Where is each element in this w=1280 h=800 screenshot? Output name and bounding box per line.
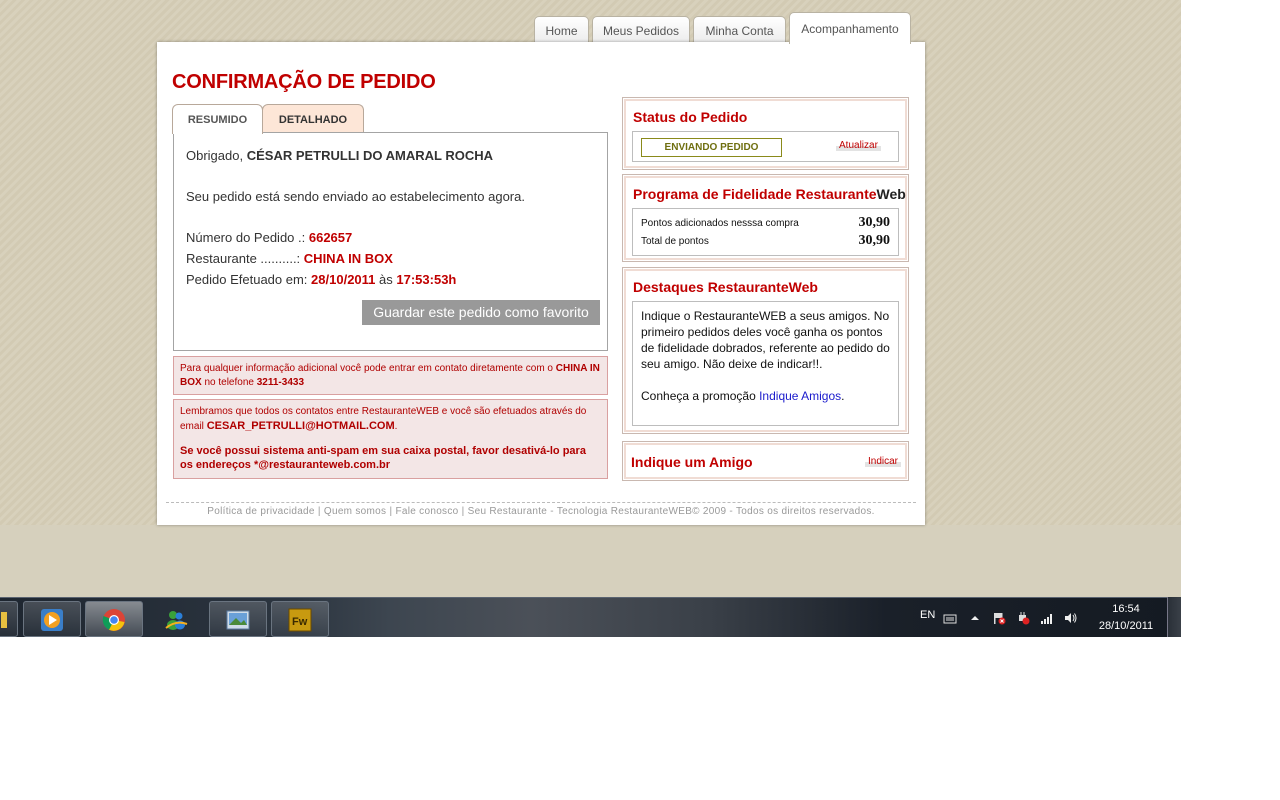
customer-name: CÉSAR PETRULLI DO AMARAL ROCHA	[246, 148, 493, 163]
save-favorite-button[interactable]: Guardar este pedido como favorito	[362, 300, 600, 325]
footer: Política de privacidade | Quem somos | F…	[166, 506, 916, 517]
order-status-title: Status do Pedido	[633, 109, 748, 125]
contact-phone-label: no telefone	[204, 377, 254, 388]
restaurant-label: Restaurante ..........:	[186, 251, 301, 266]
promo-prefix: Conheça a promoção	[641, 389, 756, 403]
show-desktop-button[interactable]	[1167, 597, 1181, 637]
footer-separator: |	[461, 506, 465, 517]
language-indicator[interactable]: EN	[920, 609, 935, 621]
highlights-frame: Indique o RestauranteWEB a seus amigos. …	[632, 301, 899, 426]
show-hidden-icons-icon[interactable]	[968, 611, 982, 625]
svg-text:Fw: Fw	[292, 616, 308, 628]
indique-amigos-link[interactable]: Indique Amigos	[759, 389, 841, 403]
footer-divider	[166, 502, 916, 503]
media-player-icon	[41, 609, 63, 631]
sending-message: Seu pedido está sendo enviado ao estabel…	[186, 189, 525, 204]
order-number-label: Número do Pedido .:	[186, 230, 306, 245]
footer-separator: |	[317, 506, 321, 517]
contact-info-text: Para qualquer informação adicional você …	[180, 363, 553, 374]
contact-phone: 3211-3433	[256, 377, 305, 388]
order-placed-time: 17:53:53h	[396, 272, 457, 287]
points-row-added: Pontos adicionados nesssa compra 30,90	[641, 215, 891, 230]
taskbar-messenger-button[interactable]	[147, 601, 205, 637]
volume-icon[interactable]	[1064, 611, 1078, 625]
points-added-value: 30,90	[858, 215, 891, 230]
contact-info-box: Para qualquer informação adicional você …	[173, 356, 608, 395]
tab-resumido[interactable]: RESUMIDO	[172, 104, 263, 134]
points-added-label: Pontos adicionados nesssa compra	[641, 218, 799, 229]
clock-time[interactable]: 16:54	[1106, 603, 1146, 615]
loyalty-title-main: Programa de Fidelidade Restaurante	[633, 186, 877, 202]
taskbar-fireworks-button[interactable]: Fw	[271, 601, 329, 637]
clock-date[interactable]: 28/10/2011	[1092, 620, 1160, 632]
tab-detalhado[interactable]: DETALHADO	[262, 104, 364, 133]
loyalty-program-box: Programa de Fidelidade RestauranteWeb Po…	[622, 174, 909, 262]
order-placed-date: 28/10/2011	[311, 272, 376, 287]
network-signal-icon[interactable]	[1040, 611, 1054, 625]
nav-tab-acompanhamento[interactable]: Acompanhamento	[789, 12, 911, 44]
footer-copyright: Tecnologia RestauranteWEB© 2009 - Todos …	[556, 506, 875, 517]
action-center-flag-icon[interactable]	[992, 611, 1006, 625]
highlights-text-block: Indique o RestauranteWEB a seus amigos. …	[641, 308, 896, 404]
fireworks-icon: Fw	[288, 608, 312, 632]
status-badge: ENVIANDO PEDIDO	[641, 138, 782, 157]
status-frame: ENVIANDO PEDIDO Atualizar	[632, 131, 899, 162]
refresh-status-link[interactable]: Atualizar	[836, 140, 881, 151]
page-title: CONFIRMAÇÃO DE PEDIDO	[172, 71, 436, 93]
points-total-value: 30,90	[858, 233, 891, 248]
refer-friend-link[interactable]: Indicar	[865, 456, 902, 467]
highlights-title: Destaques RestauranteWeb	[633, 279, 818, 295]
nav-tab-home[interactable]: Home	[534, 16, 589, 43]
points-table: Pontos adicionados nesssa compra 30,90 T…	[632, 208, 899, 256]
about-link[interactable]: Quem somos	[324, 506, 386, 517]
power-plug-icon[interactable]	[1016, 611, 1030, 625]
messenger-icon	[165, 611, 188, 630]
email-info-box: Lembramos que todos os contatos entre Re…	[173, 399, 608, 479]
contact-link[interactable]: Fale conosco	[395, 506, 458, 517]
privacy-link[interactable]: Política de privacidade	[207, 506, 315, 517]
customer-email: CESAR_PETRULLI@HOTMAIL.COM	[206, 420, 395, 432]
footer-dash: -	[550, 506, 554, 517]
nav-tab-meus-pedidos[interactable]: Meus Pedidos	[592, 16, 690, 43]
loyalty-title-suffix: Web	[876, 186, 906, 202]
order-placed-at: às	[379, 272, 393, 287]
restaurant-name: CHINA IN BOX	[303, 251, 393, 266]
order-status-box: Status do Pedido ENVIANDO PEDIDO Atualiz…	[622, 97, 909, 170]
points-total-label: Total de pontos	[641, 236, 709, 247]
highlights-text: Indique o RestauranteWEB a seus amigos. …	[641, 309, 890, 371]
order-placed-line: Pedido Efetuado em: 28/10/2011 às 17:53:…	[186, 272, 456, 287]
taskbar-photo-viewer-button[interactable]	[209, 601, 267, 637]
refer-friend-title: Indique um Amigo	[631, 454, 753, 470]
points-row-total: Total de pontos 30,90	[641, 233, 891, 248]
refer-friend-box: Indique um Amigo Indicar	[622, 441, 909, 481]
antispam-notice: Se você possui sistema anti-spam em sua …	[180, 445, 586, 471]
nav-tab-minha-conta[interactable]: Minha Conta	[693, 16, 786, 43]
taskbar-media-player-button[interactable]	[23, 601, 81, 637]
chrome-icon	[102, 609, 125, 631]
page-background	[0, 525, 1181, 597]
loyalty-title: Programa de Fidelidade RestauranteWeb	[633, 186, 906, 202]
taskbar-explorer-button[interactable]	[0, 601, 18, 637]
seu-restaurante-link[interactable]: Seu Restaurante	[468, 506, 548, 517]
footer-separator: |	[389, 506, 393, 517]
thanks-prefix: Obrigado,	[186, 148, 244, 163]
photo-viewer-icon	[226, 610, 250, 630]
browser-viewport: Home Meus Pedidos Minha Conta Acompanham…	[0, 0, 1181, 637]
order-placed-label: Pedido Efetuado em:	[186, 272, 308, 287]
promo-suffix: .	[841, 389, 845, 403]
highlights-box: Destaques RestauranteWeb Indique o Resta…	[622, 267, 909, 434]
keyboard-icon[interactable]	[943, 611, 957, 625]
taskbar-chrome-button[interactable]	[85, 601, 143, 637]
promo-line: Conheça a promoção Indique Amigos.	[641, 388, 896, 404]
email-period: .	[394, 421, 398, 432]
folder-icon	[1, 612, 7, 628]
restaurant-line: Restaurante ..........: CHINA IN BOX	[186, 251, 393, 266]
order-number-line: Número do Pedido .: 662657	[186, 230, 352, 245]
order-number: 662657	[308, 230, 353, 245]
thanks-line: Obrigado, CÉSAR PETRULLI DO AMARAL ROCHA	[186, 148, 493, 163]
